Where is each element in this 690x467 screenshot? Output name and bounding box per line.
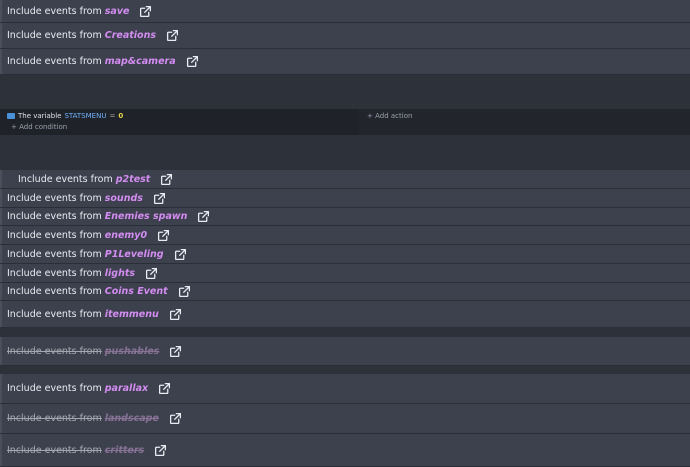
condition-value[interactable]: 0 bbox=[118, 112, 123, 120]
external-events-name[interactable]: pushables bbox=[105, 346, 160, 357]
external-link-icon[interactable] bbox=[145, 267, 158, 280]
external-events-name[interactable]: parallax bbox=[105, 383, 148, 394]
external-events-name[interactable]: landscape bbox=[105, 413, 159, 424]
external-link-icon[interactable] bbox=[197, 210, 210, 223]
include-row-save[interactable]: Include events from save bbox=[0, 0, 690, 23]
include-prefix: Include events from bbox=[7, 211, 102, 222]
include-row-enemies-spawn[interactable]: Include events from Enemies spawn bbox=[0, 208, 690, 226]
include-prefix: Include events from bbox=[7, 308, 102, 320]
external-link-icon[interactable] bbox=[139, 5, 152, 18]
external-link-icon[interactable] bbox=[153, 192, 166, 205]
include-row-creations[interactable]: Include events from Creations bbox=[0, 23, 690, 49]
include-row-pushables[interactable]: Include events from pushables bbox=[0, 337, 690, 366]
external-events-name[interactable]: critters bbox=[105, 445, 144, 456]
include-prefix: Include events from bbox=[7, 345, 102, 357]
include-row-enemy0[interactable]: Include events from enemy0 bbox=[0, 226, 690, 245]
separator-band bbox=[0, 328, 690, 337]
include-row-lights[interactable]: Include events from lights bbox=[0, 264, 690, 283]
external-events-name[interactable]: lights bbox=[105, 268, 135, 279]
include-prefix: Include events from bbox=[7, 383, 102, 394]
external-link-icon[interactable] bbox=[174, 248, 187, 261]
external-link-icon[interactable] bbox=[157, 229, 170, 242]
include-prefix: Include events from bbox=[7, 192, 102, 204]
external-events-name[interactable]: Enemies spawn bbox=[105, 211, 188, 222]
external-events-name[interactable]: Coins Event bbox=[105, 286, 168, 297]
condition-operator: = bbox=[109, 112, 116, 120]
include-prefix: Include events from bbox=[7, 444, 102, 456]
external-events-name[interactable]: Creations bbox=[105, 30, 156, 41]
external-events-name[interactable]: enemy0 bbox=[105, 230, 147, 241]
external-events-name[interactable]: P1Leveling bbox=[105, 249, 164, 260]
include-row-itemmenu[interactable]: Include events from itemmenu bbox=[0, 301, 690, 328]
include-prefix: Include events from bbox=[7, 229, 102, 241]
separator-band bbox=[0, 75, 690, 109]
external-events-name[interactable]: p2test bbox=[116, 174, 151, 185]
external-link-icon[interactable] bbox=[169, 308, 182, 321]
include-row-p1leveling[interactable]: Include events from P1Leveling bbox=[0, 245, 690, 264]
external-events-name[interactable]: map&camera bbox=[105, 56, 176, 67]
include-row-sounds[interactable]: Include events from sounds bbox=[0, 189, 690, 208]
include-row-coins-event[interactable]: Include events from Coins Event bbox=[0, 283, 690, 301]
include-prefix: Include events from bbox=[7, 267, 102, 279]
external-link-icon[interactable] bbox=[166, 29, 179, 42]
external-events-name[interactable]: itemmenu bbox=[105, 309, 159, 320]
include-prefix: Include events from bbox=[7, 30, 102, 41]
separator-band bbox=[0, 366, 690, 374]
external-events-name[interactable]: save bbox=[105, 6, 130, 17]
include-prefix: Include events from bbox=[7, 286, 102, 297]
include-row-p2test[interactable]: Include events from p2test bbox=[0, 170, 690, 189]
condition-line[interactable]: The variable STATSMENU = 0 bbox=[7, 112, 123, 120]
include-prefix: Include events from bbox=[7, 413, 102, 424]
external-link-icon[interactable] bbox=[154, 444, 167, 457]
add-action-button[interactable]: + Add action bbox=[367, 112, 412, 120]
external-link-icon[interactable] bbox=[160, 173, 173, 186]
variable-icon bbox=[7, 113, 15, 119]
include-prefix: Include events from bbox=[7, 56, 102, 67]
external-link-icon[interactable] bbox=[169, 412, 182, 425]
separator-band bbox=[0, 135, 690, 170]
condition-text: The variable bbox=[18, 112, 62, 120]
conditions-column: The variable STATSMENU = 0 + Add conditi… bbox=[0, 109, 358, 135]
include-prefix: Include events from bbox=[7, 5, 102, 17]
external-events-name[interactable]: sounds bbox=[105, 193, 143, 204]
include-prefix: Include events from bbox=[18, 173, 113, 185]
external-link-icon[interactable] bbox=[186, 55, 199, 68]
condition-variable[interactable]: STATSMENU bbox=[64, 112, 106, 120]
external-link-icon[interactable] bbox=[169, 345, 182, 358]
external-link-icon[interactable] bbox=[158, 382, 171, 395]
include-prefix: Include events from bbox=[7, 248, 102, 260]
add-condition-button[interactable]: + Add condition bbox=[11, 123, 67, 131]
variable-event: The variable STATSMENU = 0 + Add conditi… bbox=[0, 109, 690, 135]
include-row-map-camera[interactable]: Include events from map&camera bbox=[0, 49, 690, 75]
include-row-critters[interactable]: Include events from critters bbox=[0, 434, 690, 467]
external-link-icon[interactable] bbox=[178, 285, 191, 298]
include-row-landscape[interactable]: Include events from landscape bbox=[0, 404, 690, 434]
include-row-parallax[interactable]: Include events from parallax bbox=[0, 374, 690, 404]
